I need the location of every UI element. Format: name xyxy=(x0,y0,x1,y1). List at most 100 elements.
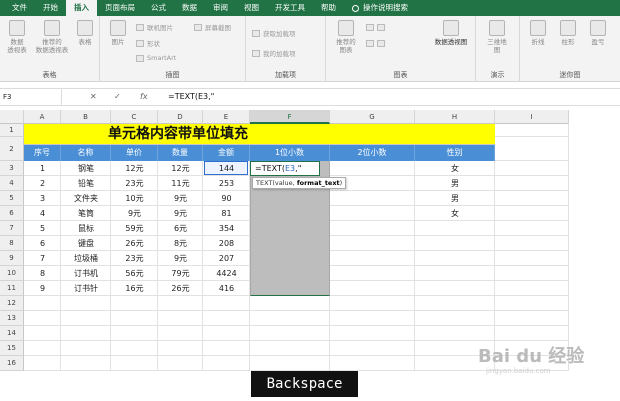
data-cell-sex[interactable]: 男 xyxy=(415,176,495,191)
pivot-chart-button[interactable]: 数据透视图 xyxy=(428,20,474,46)
cell[interactable] xyxy=(415,296,495,311)
row-header-9[interactable]: 9 xyxy=(0,251,24,266)
cell[interactable] xyxy=(203,296,250,311)
data-cell-no[interactable]: 7 xyxy=(24,251,61,266)
data-cell-sex[interactable]: 女 xyxy=(415,206,495,221)
row-header-16[interactable]: 16 xyxy=(0,356,24,371)
data-cell-sex[interactable] xyxy=(415,236,495,251)
cell[interactable] xyxy=(111,296,158,311)
cell[interactable] xyxy=(495,236,569,251)
name-box[interactable]: F3 xyxy=(0,89,62,105)
cell[interactable] xyxy=(158,341,203,356)
data-cell-qty[interactable]: 8元 xyxy=(158,236,203,251)
cell[interactable] xyxy=(250,341,330,356)
data-cell-name[interactable]: 钢笔 xyxy=(61,161,111,176)
insert-function-icon[interactable]: fx xyxy=(140,89,148,105)
data-cell-name[interactable]: 键盘 xyxy=(61,236,111,251)
cell[interactable] xyxy=(61,311,111,326)
data-cell-sex[interactable]: 女 xyxy=(415,161,495,176)
enter-icon[interactable]: ✓ xyxy=(114,89,121,105)
cell[interactable] xyxy=(330,356,415,371)
cell[interactable] xyxy=(330,341,415,356)
cell[interactable] xyxy=(495,137,569,161)
data-cell-amount[interactable]: 4424 xyxy=(203,266,250,281)
cell[interactable] xyxy=(24,296,61,311)
data-cell-sex[interactable] xyxy=(415,251,495,266)
row-header-12[interactable]: 12 xyxy=(0,296,24,311)
cell[interactable] xyxy=(495,206,569,221)
cell[interactable] xyxy=(415,326,495,341)
tab-2[interactable]: 插入 xyxy=(66,0,97,16)
column-header-h[interactable]: H xyxy=(415,110,495,124)
data-cell-no[interactable]: 8 xyxy=(24,266,61,281)
tab-9[interactable]: 帮助 xyxy=(313,0,344,16)
cell[interactable] xyxy=(495,161,569,176)
cell[interactable] xyxy=(330,266,415,281)
screenshot-button[interactable]: 屏幕截图 xyxy=(194,22,231,32)
tab-5[interactable]: 数据 xyxy=(174,0,205,16)
cell[interactable] xyxy=(24,326,61,341)
data-cell-price[interactable]: 23元 xyxy=(111,251,158,266)
row-header-5[interactable]: 5 xyxy=(0,191,24,206)
row-header-13[interactable]: 13 xyxy=(0,311,24,326)
row-header-2[interactable]: 2 xyxy=(0,137,24,161)
tab-8[interactable]: 开发工具 xyxy=(267,0,313,16)
row-header-6[interactable]: 6 xyxy=(0,206,24,221)
row-header-15[interactable]: 15 xyxy=(0,341,24,356)
data-cell-price[interactable]: 12元 xyxy=(111,161,158,176)
cell[interactable] xyxy=(330,296,415,311)
cell[interactable] xyxy=(158,296,203,311)
column-header-e[interactable]: E xyxy=(203,110,250,124)
data-cell-no[interactable]: 2 xyxy=(24,176,61,191)
cell[interactable] xyxy=(203,341,250,356)
data-cell-no[interactable]: 3 xyxy=(24,191,61,206)
tab-7[interactable]: 视图 xyxy=(236,0,267,16)
cell[interactable] xyxy=(61,356,111,371)
data-cell-price[interactable]: 56元 xyxy=(111,266,158,281)
column-header-i[interactable]: I xyxy=(495,110,569,124)
data-cell-sex[interactable]: 男 xyxy=(415,191,495,206)
cell[interactable] xyxy=(330,206,415,221)
data-cell-qty[interactable]: 9元 xyxy=(158,251,203,266)
cell[interactable] xyxy=(330,326,415,341)
data-cell-price[interactable]: 26元 xyxy=(111,236,158,251)
column-header-d[interactable]: D xyxy=(158,110,203,124)
shapes-button[interactable]: 形状 xyxy=(136,38,160,48)
pie-chart-button[interactable] xyxy=(366,40,388,47)
data-cell-qty[interactable]: 9元 xyxy=(158,191,203,206)
cell[interactable] xyxy=(495,176,569,191)
data-cell-amount[interactable]: 416 xyxy=(203,281,250,296)
cell[interactable] xyxy=(495,124,569,137)
data-cell-qty[interactable]: 26元 xyxy=(158,281,203,296)
cell[interactable] xyxy=(203,356,250,371)
pictures-button[interactable]: 图片 xyxy=(104,20,132,46)
cell[interactable] xyxy=(495,221,569,236)
cell[interactable] xyxy=(61,326,111,341)
data-cell-name[interactable]: 笔筒 xyxy=(61,206,111,221)
sparkline-winloss-button[interactable]: 盈亏 xyxy=(584,20,612,46)
data-cell-no[interactable]: 4 xyxy=(24,206,61,221)
row-header-3[interactable]: 3 xyxy=(0,161,24,176)
tab-0[interactable]: 文件 xyxy=(4,0,35,16)
cell[interactable] xyxy=(250,311,330,326)
cell[interactable] xyxy=(61,296,111,311)
cell[interactable] xyxy=(111,341,158,356)
row-header-10[interactable]: 10 xyxy=(0,266,24,281)
data-cell-price[interactable]: 10元 xyxy=(111,191,158,206)
data-cell-amount[interactable]: 354 xyxy=(203,221,250,236)
data-cell-name[interactable]: 文件夹 xyxy=(61,191,111,206)
data-cell-no[interactable]: 1 xyxy=(24,161,61,176)
data-cell-qty[interactable]: 11元 xyxy=(158,176,203,191)
get-addins-button[interactable]: 获取加载项 xyxy=(252,28,296,38)
cell[interactable] xyxy=(111,311,158,326)
data-cell-price[interactable]: 9元 xyxy=(111,206,158,221)
data-cell-amount[interactable]: 207 xyxy=(203,251,250,266)
data-cell-amount[interactable]: 208 xyxy=(203,236,250,251)
row-header-11[interactable]: 11 xyxy=(0,281,24,296)
my-addins-button[interactable]: 我的加载项 xyxy=(252,48,296,58)
cell[interactable] xyxy=(495,266,569,281)
cell[interactable] xyxy=(495,281,569,296)
column-header-a[interactable]: A xyxy=(24,110,61,124)
tab-4[interactable]: 公式 xyxy=(143,0,174,16)
data-cell-amount[interactable]: 253 xyxy=(203,176,250,191)
